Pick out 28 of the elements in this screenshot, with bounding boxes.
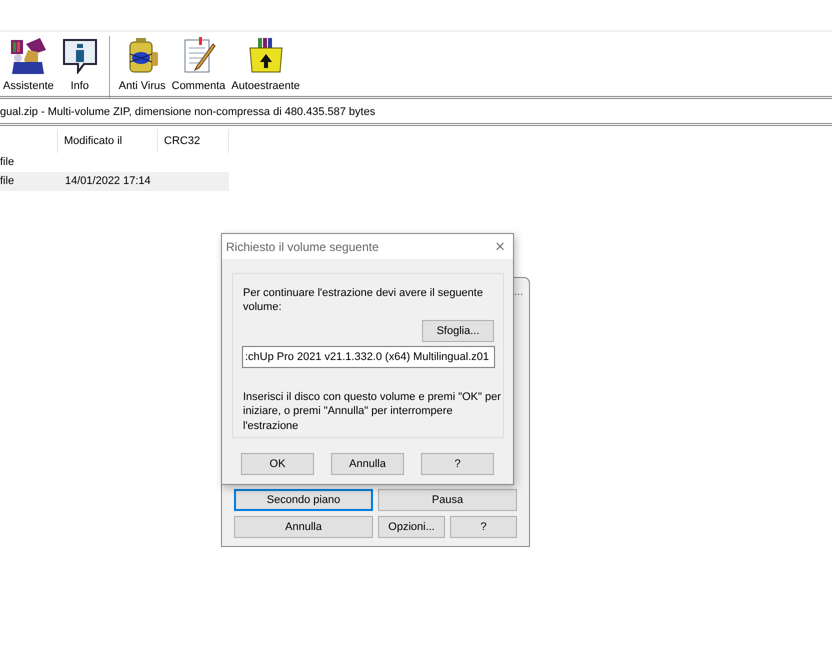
dialog-title: Richiesto il volume seguente	[226, 238, 379, 256]
file-name: file	[0, 174, 16, 190]
modified-date: 14/01/2022 17:14	[64, 174, 151, 190]
dialog-button[interactable]: ?	[421, 453, 494, 475]
instructions-text: Inserisci il disco con questo volume e premi "OK" per iniziare, o premi "Annulla" per interrompere l'estrazione	[243, 390, 501, 433]
column-header[interactable]: CRC32	[158, 129, 229, 153]
dialog-button[interactable]: Annulla	[331, 453, 404, 475]
dialog-button[interactable]: Pausa	[378, 489, 517, 511]
toolbar-button[interactable]: Commenta	[168, 36, 228, 92]
toolbar-button[interactable]: Autoestraente	[228, 36, 303, 92]
close-button[interactable]: ×	[495, 238, 505, 255]
volume-field[interactable]: :chUp Pro 2021 v21.1.332.0 (x64) Multilingual.z01	[242, 346, 495, 368]
dialog-button[interactable]: ?	[450, 516, 517, 538]
browse-button[interactable]: Sfoglia...	[422, 320, 494, 342]
toolbar-button[interactable]: Anti Virus	[116, 36, 169, 92]
file-name: file	[0, 155, 16, 170]
toolbar-button[interactable]: Info	[56, 36, 103, 92]
toolbar-button[interactable]: Assistente	[0, 36, 57, 92]
wizard-icon	[8, 36, 48, 74]
dialog-button[interactable]: OK	[241, 453, 314, 475]
dialog-button[interactable]: Secondo piano	[234, 489, 373, 511]
dialog-button[interactable]: Annulla	[234, 516, 373, 538]
column-header[interactable]: Modificato il	[58, 129, 158, 153]
window-title: ...	[514, 285, 524, 300]
archive-path-text: gual.zip - Multi-volume ZIP, dimensione non-compressa di 480.435.587 bytes	[0, 106, 376, 118]
dialog-button[interactable]: Opzioni...	[378, 516, 445, 538]
message-text: Per continuare l'estrazione devi avere il seguente volume:	[243, 286, 484, 315]
file-row[interactable]: file 14/01/2022 17:14	[0, 172, 229, 191]
